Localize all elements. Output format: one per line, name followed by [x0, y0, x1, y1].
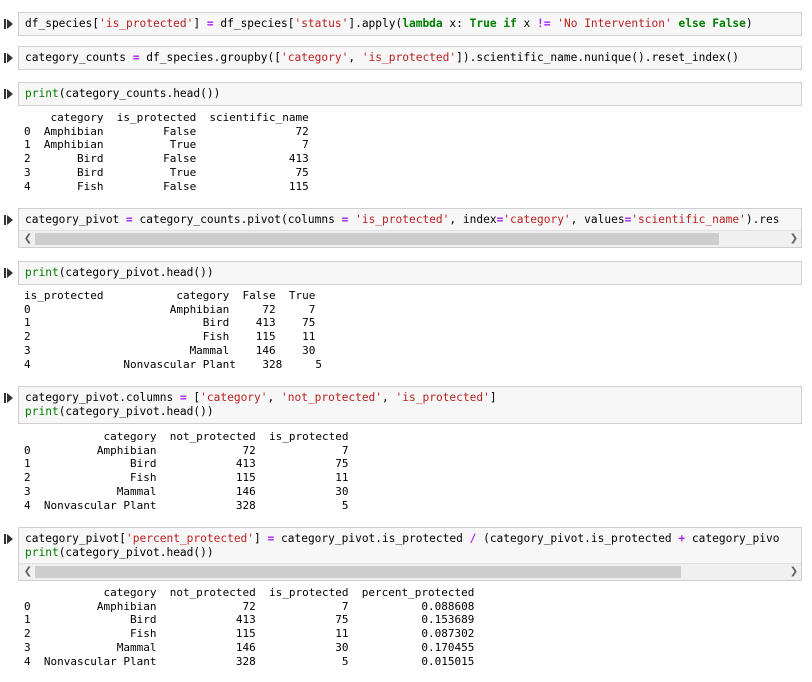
code-token: = [179, 391, 187, 404]
code-line: print(category_pivot.head()) [25, 546, 214, 560]
code-line: print(category_pivot.head()) [25, 405, 214, 419]
cell-output: is_protected category False True 0 Amphi… [24, 289, 323, 371]
code-token: True [469, 17, 497, 30]
code-token: (category_pivot.is_protected [476, 532, 679, 545]
cell-output: category not_protected is_protected 0 Am… [24, 430, 349, 512]
code-token: 'percent_protected' [126, 532, 255, 545]
code-token: , [348, 51, 362, 64]
code-token: = [206, 17, 214, 30]
code-token: ] [489, 391, 497, 404]
code-token: x: [442, 17, 470, 30]
code-token: print [25, 546, 59, 559]
code-token: print [25, 266, 59, 279]
code-token: category_pivot.is_protected [274, 532, 470, 545]
code-token: 'status' [294, 17, 349, 30]
code-token: ] [254, 532, 268, 545]
code-line: print(category_counts.head()) [25, 87, 220, 101]
code-token: 'category' [200, 391, 268, 404]
code-token: category_counts [25, 51, 133, 64]
code-token: print [25, 405, 59, 418]
code-line: category_pivot = category_counts.pivot(c… [25, 213, 780, 227]
scroll-left-icon[interactable]: ❮ [21, 231, 35, 247]
run-cell-icon[interactable] [4, 533, 14, 545]
code-token: ) [745, 17, 753, 30]
horizontal-scrollbar[interactable]: ❮ ❯ [19, 563, 801, 580]
code-input[interactable]: category_pivot.columns = ['category', 'n… [18, 386, 802, 424]
code-token: 'category' [503, 213, 571, 226]
code-token: x [516, 17, 538, 30]
code-input[interactable]: category_pivot['percent_protected'] = ca… [18, 527, 802, 581]
code-token: ].apply( [348, 17, 403, 30]
code-token: print [25, 87, 59, 100]
code-token: df_species.groupby([ [139, 51, 281, 64]
code-token: (category_counts.head()) [58, 87, 221, 100]
code-token: [ [186, 391, 201, 404]
code-token: (category_pivot.head()) [58, 405, 214, 418]
code-token: 'No Intervention' [557, 17, 672, 30]
code-token: if [503, 17, 517, 30]
code-token: (category_pivot.head()) [58, 546, 214, 559]
run-cell-icon[interactable] [4, 88, 14, 100]
scroll-right-icon[interactable]: ❯ [787, 231, 801, 247]
cell-output: category is_protected scientific_name 0 … [24, 111, 309, 193]
code-token: , [382, 391, 396, 404]
code-token: category_pivo [685, 532, 780, 545]
code-token: , values [570, 213, 625, 226]
code-input[interactable]: category_counts = df_species.groupby(['c… [18, 46, 802, 70]
code-input[interactable]: print(category_pivot.head()) [18, 261, 802, 285]
horizontal-scrollbar[interactable]: ❮ ❯ [19, 230, 801, 247]
code-token: = [126, 213, 133, 226]
code-token: else [678, 17, 706, 30]
code-token: lambda [402, 17, 443, 30]
code-line: category_pivot.columns = ['category', 'n… [25, 391, 497, 405]
code-token: , index [449, 213, 497, 226]
cell-output: category not_protected is_protected perc… [24, 586, 475, 668]
code-token: 'is_protected' [355, 213, 450, 226]
scroll-left-icon[interactable]: ❮ [21, 564, 35, 580]
code-token: category_counts.pivot(columns [132, 213, 342, 226]
code-token: (category_pivot.head()) [58, 266, 214, 279]
code-token: category_pivot [25, 213, 127, 226]
run-cell-icon[interactable] [4, 18, 14, 30]
code-token: ).res [745, 213, 780, 226]
run-cell-icon[interactable] [4, 214, 14, 226]
code-token: 'is_protected' [395, 391, 490, 404]
code-line: print(category_pivot.head()) [25, 266, 214, 280]
code-token: category_pivot.columns [25, 391, 180, 404]
code-line: df_species['is_protected'] = df_species[… [25, 17, 753, 31]
run-cell-icon[interactable] [4, 267, 14, 279]
scroll-right-icon[interactable]: ❯ [787, 564, 801, 580]
code-token: 'scientific_name' [631, 213, 746, 226]
code-token: 'is_protected' [361, 51, 457, 64]
run-cell-icon[interactable] [4, 52, 14, 64]
code-token: , [267, 391, 281, 404]
scrollbar-thumb[interactable] [35, 566, 681, 578]
code-token: = [132, 51, 140, 64]
code-token: 'category' [280, 51, 349, 64]
code-input[interactable]: category_pivot = category_counts.pivot(c… [18, 208, 802, 248]
code-token: 'is_protected' [99, 17, 194, 30]
code-line: category_pivot['percent_protected'] = ca… [25, 532, 779, 546]
code-token: 'not_protected' [281, 391, 383, 404]
code-token: category_pivot[ [25, 532, 127, 545]
scrollbar-thumb[interactable] [35, 233, 719, 245]
code-token: df_species[ [213, 17, 295, 30]
code-token: ]).scientific_name.nunique().reset_index… [456, 51, 740, 64]
code-token: df_species[ [25, 17, 100, 30]
run-cell-icon[interactable] [4, 392, 14, 404]
code-input[interactable]: df_species['is_protected'] = df_species[… [18, 12, 802, 36]
code-token: False [712, 17, 746, 30]
code-token: ] [193, 17, 207, 30]
code-input[interactable]: print(category_counts.head()) [18, 82, 802, 106]
code-line: category_counts = df_species.groupby(['c… [25, 51, 739, 65]
code-token: != [537, 17, 551, 30]
